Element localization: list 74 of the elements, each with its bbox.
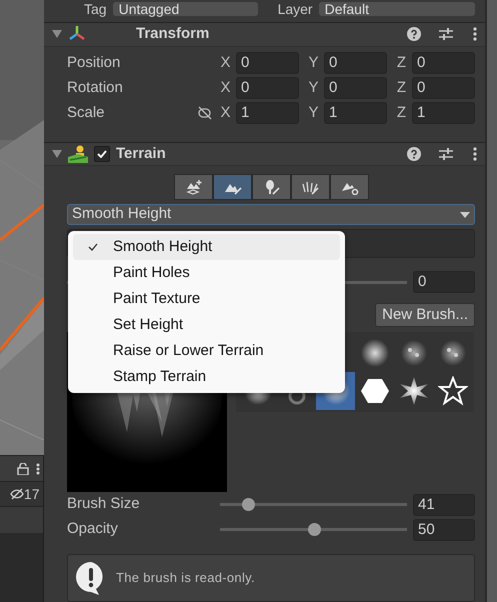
field-label: Scale [67, 102, 106, 123]
tag-label: Tag [84, 2, 107, 16]
speckle-brush-icon [438, 338, 468, 368]
foldout-icon[interactable] [52, 30, 62, 38]
terrain-icon [68, 144, 88, 163]
axis-label: X [219, 78, 232, 98]
number-field[interactable]: 0 [324, 52, 387, 74]
tool-tab[interactable] [290, 174, 330, 200]
number-field[interactable]: 50 [413, 518, 475, 540]
number-field[interactable]: 1 [236, 102, 299, 124]
axis-label: X [219, 102, 232, 123]
hexagon-brush-icon [360, 376, 390, 406]
hidden-icon[interactable] [10, 488, 24, 500]
help-icon[interactable] [407, 27, 421, 42]
tool-tab[interactable] [330, 174, 368, 200]
speckle-brush-icon [398, 338, 428, 368]
new-brush-button[interactable]: New Brush... [375, 303, 475, 327]
enable-checkbox[interactable] [94, 146, 110, 162]
field-label: Opacity [67, 519, 119, 540]
layer-label: Layer [278, 2, 313, 16]
number-field[interactable]: 0 [412, 77, 475, 99]
tool-tab[interactable] [174, 174, 212, 200]
menu-item[interactable]: Raise or Lower Terrain [73, 338, 340, 364]
axis-label: Z [396, 52, 408, 73]
mode-dropdown[interactable]: Smooth Height [67, 204, 475, 225]
caret-icon [460, 212, 470, 218]
number-field[interactable]: 0 [412, 52, 475, 74]
menu-item[interactable]: Paint Holes [73, 260, 340, 286]
number-field[interactable]: 1 [412, 102, 475, 124]
axis-label: Y [307, 78, 320, 98]
hidden-count: 17 [24, 484, 40, 504]
tool-tab[interactable] [252, 174, 290, 200]
more-icon[interactable] [36, 462, 40, 474]
number-field[interactable]: 0 [236, 77, 299, 99]
lock-icon[interactable] [16, 462, 28, 474]
unlinked-icon[interactable] [197, 106, 213, 120]
menu-item[interactable]: Smooth Height [73, 234, 340, 260]
presets-icon[interactable] [439, 27, 453, 42]
field-label: Position [67, 52, 122, 73]
tool-tab[interactable] [212, 174, 252, 200]
axis-label: X [219, 52, 232, 73]
axis-label: Z [396, 78, 408, 98]
number-field[interactable]: 41 [413, 494, 475, 516]
axis-label: Z [396, 102, 408, 123]
number-field[interactable]: 1 [324, 102, 387, 124]
field-label: Rotation [67, 78, 124, 98]
presets-icon[interactable] [439, 146, 453, 161]
menu-item[interactable]: Stamp Terrain [73, 364, 340, 390]
starburst-brush-icon [398, 376, 428, 406]
slider-thumb[interactable] [308, 523, 320, 536]
menu-item[interactable]: Paint Texture [73, 286, 340, 312]
more-icon[interactable] [473, 146, 477, 161]
component-title: Terrain [116, 144, 167, 164]
axis-label: Y [307, 102, 320, 123]
foldout-icon[interactable] [52, 150, 62, 158]
more-icon[interactable] [473, 27, 477, 42]
number-field[interactable]: 0 [413, 271, 475, 293]
help-text: The brush is read-only. [116, 569, 255, 588]
field-label: Brush Size [67, 494, 141, 514]
number-field[interactable]: 0 [324, 77, 387, 99]
axis-label: Y [307, 52, 320, 73]
number-field[interactable]: 0 [236, 52, 299, 74]
check-icon [88, 243, 98, 251]
layer-dropdown[interactable]: Default [318, 2, 475, 16]
component-title: Transform [136, 24, 210, 44]
scrollbar[interactable] [485, 0, 497, 602]
star-brush-icon [438, 376, 468, 406]
grass-icon [300, 179, 320, 195]
menu-item[interactable]: Set Height [73, 312, 340, 338]
check-icon [97, 150, 107, 158]
tag-dropdown[interactable]: Untagged [112, 2, 258, 16]
help-icon[interactable] [407, 146, 421, 161]
soft-brush-icon [360, 338, 390, 368]
slider-thumb[interactable] [242, 498, 256, 511]
